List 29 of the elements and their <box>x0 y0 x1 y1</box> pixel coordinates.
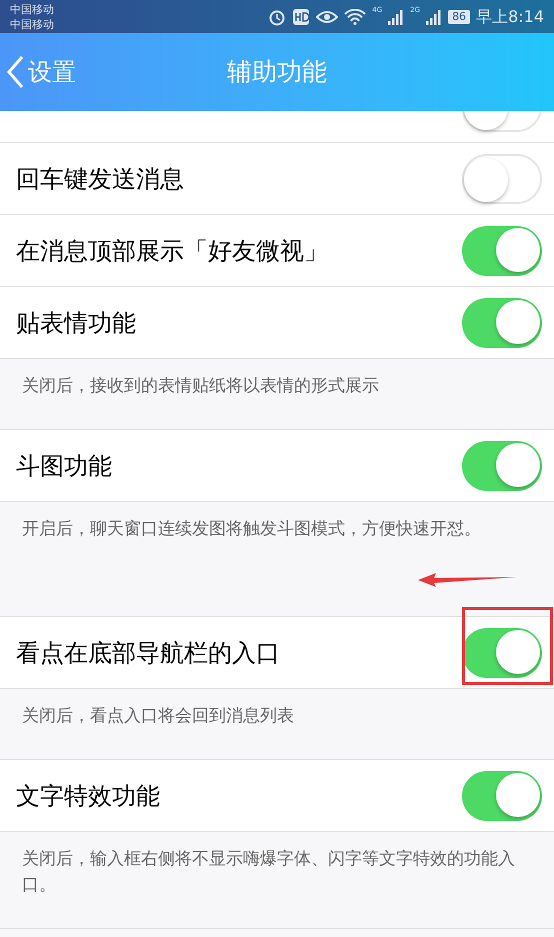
setting-label: 在消息顶部展示「好友微视」 <box>16 236 328 266</box>
alarm-icon <box>268 8 286 26</box>
toggle-switch[interactable] <box>462 628 542 678</box>
setting-label: 看点在底部导航栏的入口 <box>16 638 280 668</box>
signal-icon <box>426 8 442 24</box>
toggle-switch[interactable] <box>462 154 542 204</box>
toggle-switch[interactable] <box>462 440 542 490</box>
page-title: 辅助功能 <box>227 56 327 88</box>
setting-label: 回车键发送消息 <box>16 164 184 194</box>
signal-icon <box>388 8 404 24</box>
description-text: 关闭后，接收到的表情贴纸将以表情的形式展示 <box>22 375 380 398</box>
hd-icon <box>292 8 310 26</box>
setting-label: 文字特效功能 <box>16 780 160 812</box>
setting-label: 斗图功能 <box>16 450 112 482</box>
description-text: 开启后，聊天窗口连续发图将触发斗图模式，方便快速开怼。 <box>22 518 482 541</box>
eye-icon <box>316 8 338 24</box>
toggle-switch[interactable] <box>462 226 542 276</box>
description-text: 关闭后，输入框右侧将不显示嗨爆字体、闪字等文字特效的功能入口。 <box>22 848 516 897</box>
carrier-label: 中国移动 <box>10 2 54 16</box>
battery-level: 86 <box>448 10 470 24</box>
back-icon <box>6 55 24 89</box>
toggle-switch[interactable] <box>462 770 542 820</box>
setting-label: 贴表情功能 <box>16 308 136 338</box>
wifi-icon <box>344 8 366 24</box>
toggle-switch[interactable] <box>462 298 542 348</box>
description-text: 关闭后，看点入口将会回到消息列表 <box>22 705 295 728</box>
clock-time: 早上8:14 <box>476 6 544 28</box>
carrier-label: 中国移动 <box>10 16 54 32</box>
back-button[interactable]: 设置 <box>0 54 76 90</box>
